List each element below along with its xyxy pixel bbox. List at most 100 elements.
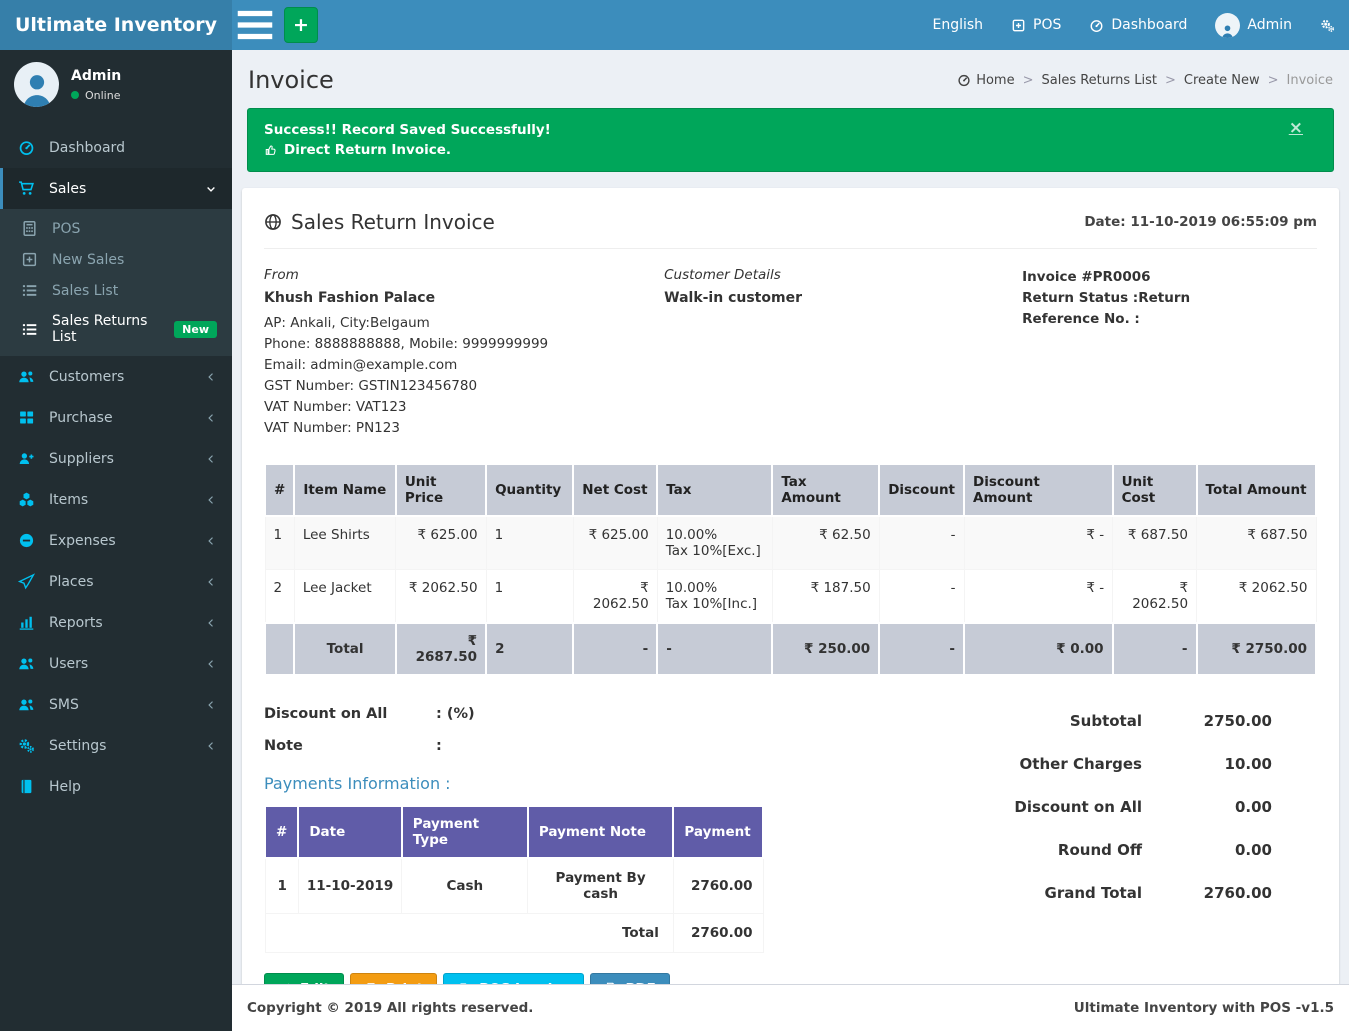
chevron-left-icon — [205, 494, 217, 506]
cell: ₹ 625.00 — [396, 516, 486, 570]
chevron-left-icon — [205, 453, 217, 465]
cell: ₹ 2750.00 — [1197, 623, 1316, 675]
chevron-left-icon — [205, 617, 217, 629]
sidebar-toggle-button[interactable] — [232, 0, 278, 50]
chevron-left-icon — [205, 412, 217, 424]
cell: Cash — [402, 858, 528, 914]
cell: Lee Jacket — [294, 570, 396, 624]
chevron-down-icon — [205, 183, 217, 195]
sidebar-item-dashboard[interactable]: Dashboard — [0, 127, 232, 168]
bar-chart-icon — [18, 614, 38, 631]
sidebar-item-new-sales[interactable]: New Sales — [0, 244, 232, 275]
tachometer-icon — [1089, 18, 1104, 33]
payments-header-row: # Date Payment Type Payment Note Payment — [265, 806, 763, 858]
avatar — [1215, 13, 1240, 38]
sidebar-item-sales-list[interactable]: Sales List — [0, 275, 232, 306]
summary-row-grand-total: Grand Total 2760.00 — [972, 884, 1272, 902]
cell: Total — [294, 623, 396, 675]
cell: - — [879, 623, 964, 675]
invoice-heading: Sales Return Invoice — [264, 210, 495, 234]
sidebar-item-settings[interactable]: Settings — [0, 725, 232, 766]
globe-icon — [264, 213, 282, 231]
from-name: Khush Fashion Palace — [264, 290, 664, 306]
sidebar-item-pos[interactable]: POS — [0, 213, 232, 244]
page-title: Invoice — [248, 66, 334, 94]
payments-row: 1 11-10-2019 Cash Payment By cash 2760.0… — [265, 858, 763, 914]
pos-link[interactable]: POS — [997, 0, 1075, 50]
alert-close-button[interactable]: × — [1289, 118, 1303, 138]
book-icon — [18, 778, 38, 795]
sidebar-item-expenses[interactable]: Expenses — [0, 520, 232, 561]
cell — [265, 623, 294, 675]
copyright-text: Copyright © 2019 All rights reserved. — [247, 1000, 533, 1016]
cell: ₹ 62.50 — [772, 516, 879, 570]
users-icon — [18, 696, 38, 713]
sidebar-item-sales-returns-list[interactable]: Sales Returns List New — [0, 306, 232, 352]
column-header: Unit Cost — [1113, 464, 1197, 516]
invoice-info-row: From Khush Fashion Palace AP: Ankali, Ci… — [264, 267, 1317, 439]
summary-row-discount-on-all: Discount on All 0.00 — [972, 798, 1272, 816]
chevron-left-icon — [205, 535, 217, 547]
users-icon — [18, 368, 38, 385]
summary-row-subtotal: Subtotal 2750.00 — [972, 712, 1272, 730]
success-alert: Success!! Record Saved Successfully! Dir… — [247, 108, 1334, 172]
invoice-meta-section: Invoice #PR0006 Return Status :Return Re… — [1022, 267, 1317, 439]
customer-name: Walk-in customer — [664, 290, 1022, 306]
cell: ₹ 0.00 — [964, 623, 1113, 675]
minus-circle-icon — [18, 532, 38, 549]
list-icon — [21, 282, 41, 299]
sidebar-item-reports[interactable]: Reports — [0, 602, 232, 643]
breadcrumb-create-new[interactable]: Create New — [1184, 73, 1260, 88]
invoice-bottom-left: Discount on All : (%) Note : Payments In… — [264, 702, 972, 953]
invoice-number: Invoice #PR0006 — [1022, 267, 1317, 288]
settings-menu[interactable] — [1306, 0, 1349, 50]
sales-submenu: POS New Sales Sales List Sales Returns L… — [0, 209, 232, 356]
cell: ₹ 687.50 — [1197, 516, 1316, 570]
column-header: Unit Price — [396, 464, 486, 516]
sidebar-menu: Dashboard Sales POS New Sales Sales List… — [0, 127, 232, 807]
invoice-card-header: Sales Return Invoice Date: 11-10-2019 06… — [264, 210, 1317, 234]
user-plus-icon — [18, 450, 38, 467]
sidebar-item-items[interactable]: Items — [0, 479, 232, 520]
app-logo[interactable]: Ultimate Inventory — [0, 0, 232, 50]
from-gst: GST Number: GSTIN123456780 — [264, 376, 664, 397]
dashboard-link[interactable]: Dashboard — [1075, 0, 1201, 50]
online-dot-icon — [71, 91, 79, 99]
sidebar-item-purchase[interactable]: Purchase — [0, 397, 232, 438]
payments-total-row: Total 2760.00 — [265, 914, 763, 953]
sidebar-item-customers[interactable]: Customers — [0, 356, 232, 397]
language-menu[interactable]: English — [918, 0, 997, 50]
gears-icon — [18, 737, 38, 754]
from-label: From — [264, 267, 664, 283]
sidebar-item-sales[interactable]: Sales — [0, 168, 232, 209]
sidebar-item-places[interactable]: Places — [0, 561, 232, 602]
cell: ₹ 625.00 — [573, 516, 657, 570]
sidebar-item-suppliers[interactable]: Suppliers — [0, 438, 232, 479]
gears-icon — [1320, 18, 1335, 33]
quick-add-button[interactable]: + — [284, 7, 318, 43]
sidebar-item-users[interactable]: Users — [0, 643, 232, 684]
items-table: # Item Name Unit Price Quantity Net Cost… — [264, 463, 1317, 676]
payments-total-value: 2760.00 — [673, 914, 763, 953]
breadcrumb-home[interactable]: Home — [957, 73, 1014, 88]
breadcrumb-sales-returns-list[interactable]: Sales Returns List — [1042, 73, 1158, 88]
chevron-left-icon — [205, 699, 217, 711]
cell: ₹ 2062.50 — [396, 570, 486, 624]
cell: ₹ 2062.50 — [1113, 570, 1197, 624]
column-header: Item Name — [294, 464, 396, 516]
cell: - — [1113, 623, 1197, 675]
sidebar-item-help[interactable]: Help — [0, 766, 232, 807]
invoice-summary: Subtotal 2750.00 Other Charges 10.00 Dis… — [972, 702, 1317, 953]
customer-section: Customer Details Walk-in customer — [664, 267, 1022, 439]
column-header: Net Cost — [573, 464, 657, 516]
sidebar-item-sms[interactable]: SMS — [0, 684, 232, 725]
calculator-icon — [21, 220, 41, 237]
column-header: Tax — [657, 464, 772, 516]
cell: 11-10-2019 — [298, 858, 401, 914]
topbar: Ultimate Inventory + English POS Dashboa… — [0, 0, 1349, 50]
reference-number: Reference No. : — [1022, 309, 1317, 330]
chevron-left-icon — [205, 740, 217, 752]
main-content: Invoice Home > Sales Returns List > Crea… — [232, 50, 1349, 1027]
cell: ₹ - — [964, 570, 1113, 624]
user-menu[interactable]: Admin — [1201, 0, 1306, 50]
